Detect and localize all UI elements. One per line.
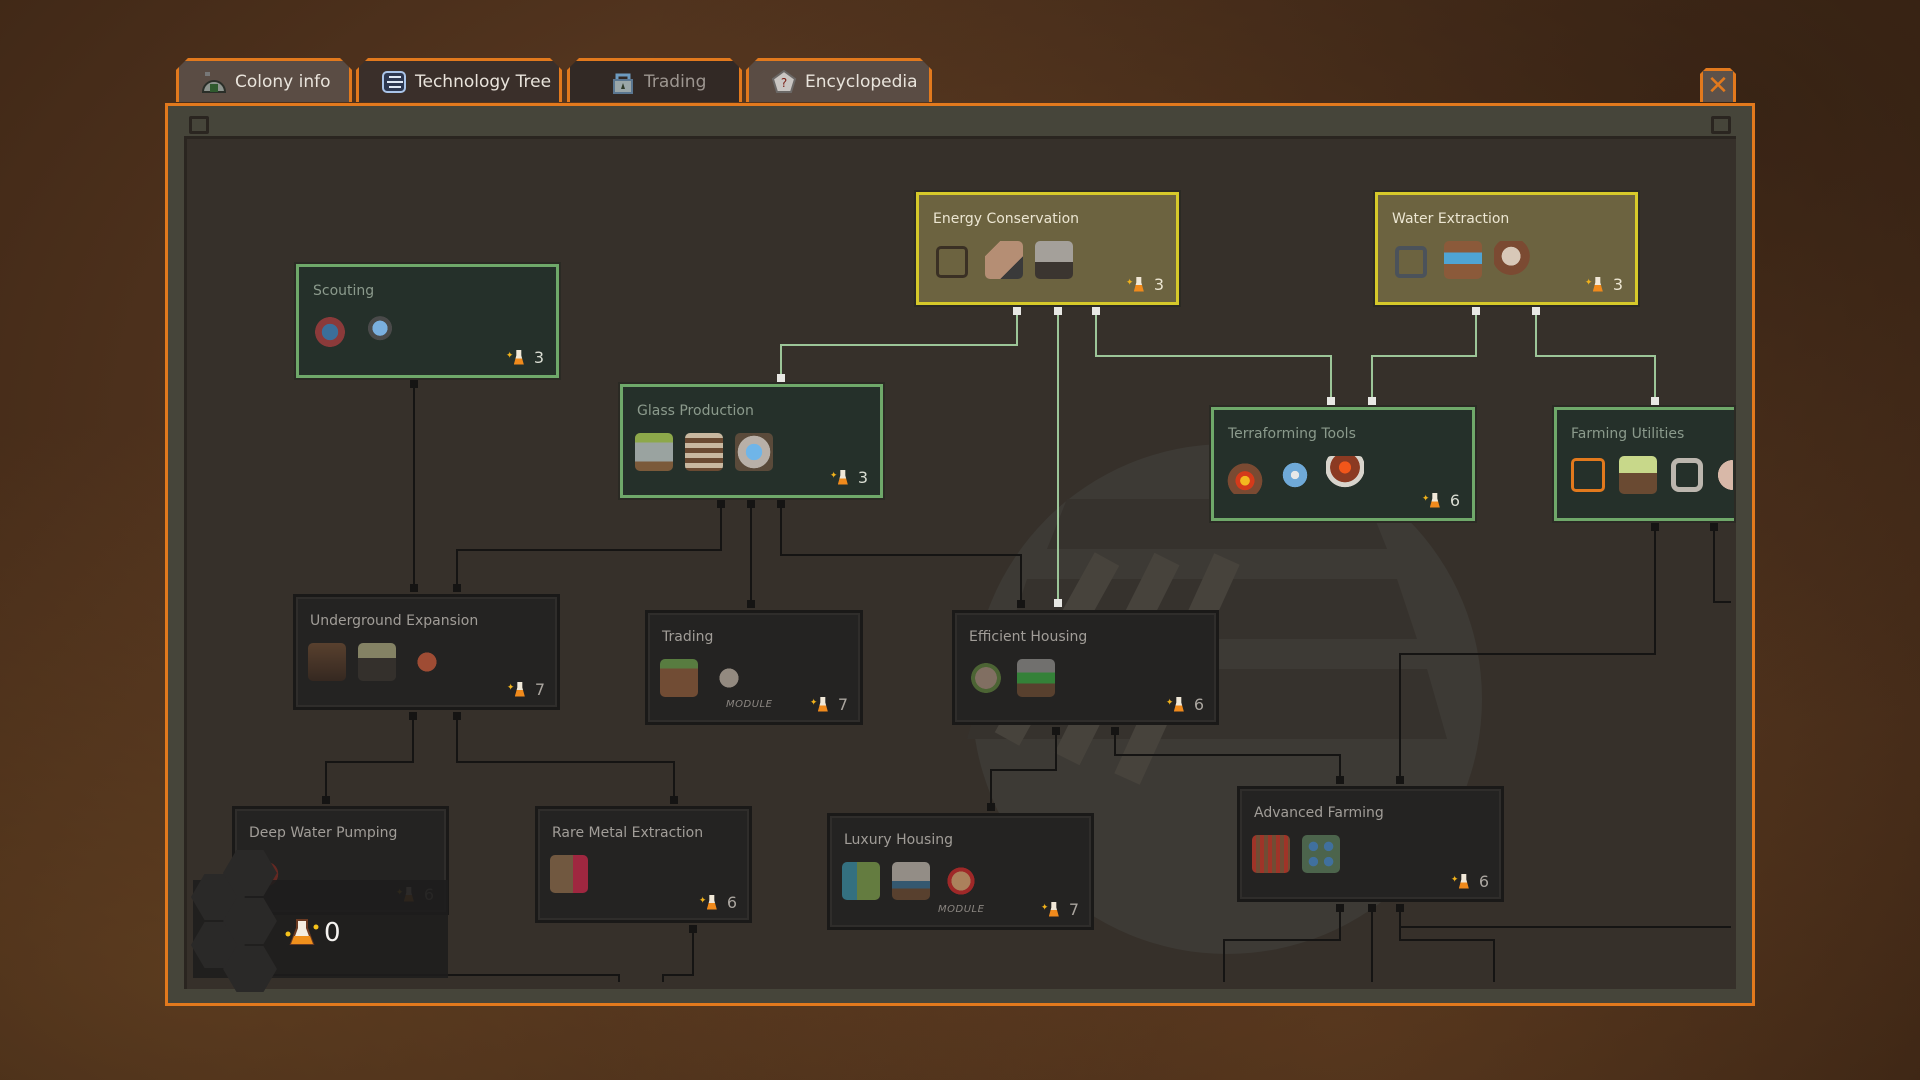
research-flask-icon [810,696,834,714]
atmo-generator-icon [1326,456,1364,494]
research-flask-icon [507,681,531,699]
battery-icon [1035,241,1073,279]
tech-node-title: Efficient Housing [969,629,1088,645]
tech-node-title: Rare Metal Extraction [552,825,704,841]
colony-dome-icon [201,70,227,94]
frame-icon [936,246,968,278]
tech-node-title: Farming Utilities [1571,426,1685,442]
research-flask-icon [285,919,319,945]
tech-node-energy-conservation[interactable]: Energy Conservation 3 [916,192,1179,305]
tech-node-title: Deep Water Pumping [249,825,398,841]
research-points-counter: 0 [191,850,448,992]
fertilizer-icon [1717,456,1733,494]
glass-factory-icon [635,433,673,471]
tech-node-glass-production[interactable]: Glass Production 3 [620,384,883,498]
tech-node-cost: 6 [1478,872,1489,891]
tech-node-title: Terraforming Tools [1228,426,1356,442]
tab-encyclopedia[interactable]: ? Encyclopedia [746,58,932,102]
svg-text:?: ? [781,76,787,90]
padlock-icon [610,70,636,94]
module-tag: MODULE [938,904,985,915]
tower-icon [1017,659,1055,697]
tech-node-rare-metal-extraction[interactable]: Rare Metal Extraction 6 [535,806,752,923]
research-flask-icon [1422,492,1446,510]
elevator-icon [308,643,346,681]
tech-node-title: Trading [662,629,714,645]
pipe-frame-icon [1395,246,1427,278]
luxury-habitat-icon [842,862,880,900]
probe-icon [361,313,399,351]
h2o-tank-icon [1494,241,1532,279]
tab-colony-info[interactable]: Colony info [176,58,352,102]
farm-plot-icon [1571,458,1605,492]
research-flask-icon [1126,276,1150,294]
panel-corner-ornament [1711,116,1731,134]
barn-icon [1619,456,1657,494]
circuit-icon [381,70,407,94]
close-button[interactable]: ✕ [1700,68,1736,102]
tech-node-cost: 3 [857,468,868,487]
tab-technology-tree[interactable]: Technology Tree [356,58,562,102]
tab-label: Trading [644,71,707,92]
tab-label: Colony info [235,71,331,92]
tech-node-title: Glass Production [637,403,754,419]
happy-colonist-icon [942,862,980,900]
tech-node-underground-expansion[interactable]: Underground Expansion 7 [293,594,560,710]
question-gem-icon: ? [771,70,797,94]
tech-node-cost: 7 [1068,900,1079,919]
tech-node-luxury-housing[interactable]: Luxury Housing MODULE 7 [827,813,1094,930]
research-flask-icon [506,349,530,367]
tech-node-cost: 6 [1193,695,1204,714]
cloud-seeder-icon [1276,456,1314,494]
tech-node-cost: 6 [726,893,737,912]
hydro-frame-icon [1671,458,1703,492]
tech-node-terraforming-tools[interactable]: Terraforming Tools 6 [1211,407,1475,521]
drill-icon [358,643,396,681]
panel-corner-ornament [189,116,209,134]
research-flask-icon [1451,873,1475,891]
tech-node-title: Luxury Housing [844,832,953,848]
tech-node-trading[interactable]: Trading MODULE 7 [645,610,863,725]
tech-node-advanced-farming[interactable]: Advanced Farming 6 [1237,786,1504,902]
research-flask-icon [1041,901,1065,919]
vertical-farm-icon [1252,835,1290,873]
dome-module-icon [735,433,773,471]
smelter-icon [550,855,588,893]
scout-drone-icon [311,313,349,351]
tech-node-cost: 3 [1612,275,1623,294]
tech-node-title: Advanced Farming [1254,805,1384,821]
tech-node-title: Water Extraction [1392,211,1510,227]
tech-node-cost: 3 [1153,275,1164,294]
tech-node-cost: 7 [837,695,848,714]
tech-node-farming-utilities[interactable]: Farming Utilities [1554,407,1734,521]
tab-label: Technology Tree [415,71,552,92]
research-flask-icon [830,469,854,487]
tech-node-title: Energy Conservation [933,211,1080,227]
tab-label: Encyclopedia [805,71,918,92]
tech-node-efficient-housing[interactable]: Efficient Housing 6 [952,610,1219,725]
tech-node-water-extraction[interactable]: Water Extraction 3 [1375,192,1638,305]
research-points-value: 0 [324,918,341,948]
research-flask-icon [699,894,723,912]
barrel-icon [408,643,446,681]
tech-node-cost: 7 [534,680,545,699]
tab-trading[interactable]: Trading [567,58,742,102]
tech-node-cost: 6 [1449,491,1460,510]
research-flask-icon [1585,276,1609,294]
cargo-ship-icon [710,659,748,697]
research-flask-icon [1166,696,1190,714]
water-pump-icon [1444,241,1482,279]
tech-node-title: Scouting [313,283,375,299]
module-tag: MODULE [726,699,773,710]
solar-panel-icon [985,241,1023,279]
terraformer-icon [1226,456,1264,494]
greenhouse-icon [685,433,723,471]
capsule-icon [892,862,930,900]
tech-node-cost: 3 [533,348,544,367]
tech-node-scouting[interactable]: Scouting 3 [296,264,559,378]
tech-node-title: Underground Expansion [310,613,479,629]
trade-post-icon [660,659,698,697]
habitat-icon [967,659,1005,697]
hydroponics-icon [1302,835,1340,873]
